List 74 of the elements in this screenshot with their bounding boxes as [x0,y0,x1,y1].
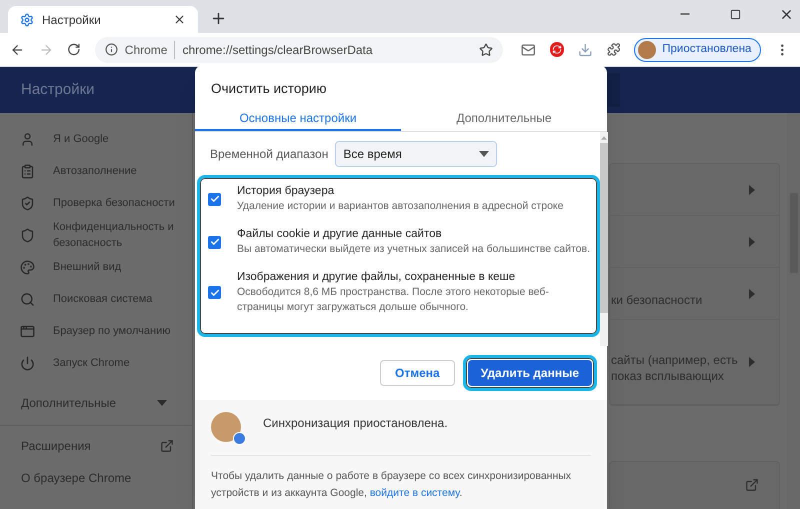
maximize-icon[interactable] [730,8,741,20]
settings-icon [20,12,34,26]
sign-in-link[interactable]: войдите в систему [370,487,460,499]
clipboard-icon [20,164,35,178]
option-title: Файлы cookie и другие данные сайтов [237,227,443,242]
profile-button[interactable]: Приостановлена [634,38,762,62]
checkbox[interactable] [208,286,221,299]
settings-title: Настройки [21,80,95,100]
close-icon[interactable] [173,13,186,26]
star-icon[interactable] [479,42,494,56]
option-title: История браузера [237,184,336,199]
circle-arrows-icon[interactable] [550,42,564,57]
delete-data-button[interactable]: Удалить данные [468,360,592,386]
sidebar-section[interactable]: Дополнительные [21,394,116,412]
chevron-icon [749,288,755,298]
sync-badge-icon [233,432,246,445]
option-description: Удаление истории и вариантов автозаполнения в адресной строке [237,199,564,214]
avatar [638,40,656,58]
sidebar-item[interactable]: Конфиденциальность и безопасность [53,219,189,251]
browser-tab[interactable]: Настройки [8,6,198,33]
checkbox[interactable] [208,236,221,248]
power-icon [20,356,35,370]
download-icon[interactable] [578,42,593,58]
puzzle-icon[interactable] [606,42,620,57]
new-tab-icon[interactable] [210,10,227,27]
sync-status: Синхронизация приостановлена. [263,415,448,432]
option-description: Вы автоматически выйдете из учетных записей на большинстве сайтов. [237,242,592,257]
sidebar-item[interactable]: Поисковая система [53,291,189,307]
search-icon [20,292,35,306]
time-range-select[interactable]: Все время [335,141,498,167]
sidebar-item[interactable]: Внешний вид [53,259,189,275]
cancel-button[interactable]: Отмена [380,360,455,386]
chevron-icon [749,236,755,246]
sidebar-item[interactable]: Проверка безопасности [53,195,189,211]
chevron-icon [749,184,755,194]
sidebar-link[interactable]: Расширения [21,437,91,455]
option-title: Изображения и другие файлы, сохраненные в кеше [237,270,516,285]
scroll-up-icon [601,136,607,140]
shield-check-icon [20,196,35,210]
sidebar-item[interactable]: Запуск Chrome [53,355,189,371]
reload-icon[interactable] [67,42,81,57]
external-link-icon [745,478,759,492]
sidebar-item[interactable]: Я и Google [53,131,189,147]
sidebar-item[interactable]: Браузер по умолчанию [53,323,189,339]
scrollbar[interactable] [600,132,608,346]
row-text: ки безопасности [611,292,702,308]
external-link-icon [160,439,174,453]
chevron-icon [749,357,755,367]
info-icon [104,43,118,56]
caret-icon [479,151,490,157]
settings-row[interactable]: ки безопасности [610,268,779,320]
person-icon [20,132,35,146]
sidebar-item[interactable]: Автозаполнение [53,163,189,179]
dialog-title: Очистить историю [211,80,327,98]
site-label: Chrome [124,40,176,58]
avatar [211,412,241,442]
url-text: chrome://settings/clearBrowserData [182,42,374,58]
tab-title: Настройки [42,12,102,28]
shield-icon [20,228,35,242]
mail-icon[interactable] [521,42,536,58]
row-text: сайты (например, есть [611,352,738,368]
option-description: Освободится 8,6 МБ пространства. После этого некоторые веб-страницы могут загружаться дольше обычного. [237,285,550,315]
caret-icon [157,400,167,406]
dialog-tab[interactable]: Основные настройки [195,107,401,131]
sidebar-link[interactable]: О браузере Chrome [21,469,132,487]
field-label: Временной диапазон [210,146,328,163]
settings-row[interactable]: сайты (например, есть показ всплывающих [610,320,779,405]
dialog-tab[interactable]: Дополнительные [401,107,607,131]
address-bar[interactable]: Chrome chrome://settings/clearBrowserData [94,36,504,62]
window-icon [20,324,35,338]
footer-text: Чтобы удалить данные о работе в браузере со всех синхронизированных устройств и из аккаунта Google, войдите в систему. [211,469,572,501]
checkbox[interactable] [208,192,221,206]
row-text: показ всплывающих [611,368,725,384]
palette-icon [20,260,35,274]
